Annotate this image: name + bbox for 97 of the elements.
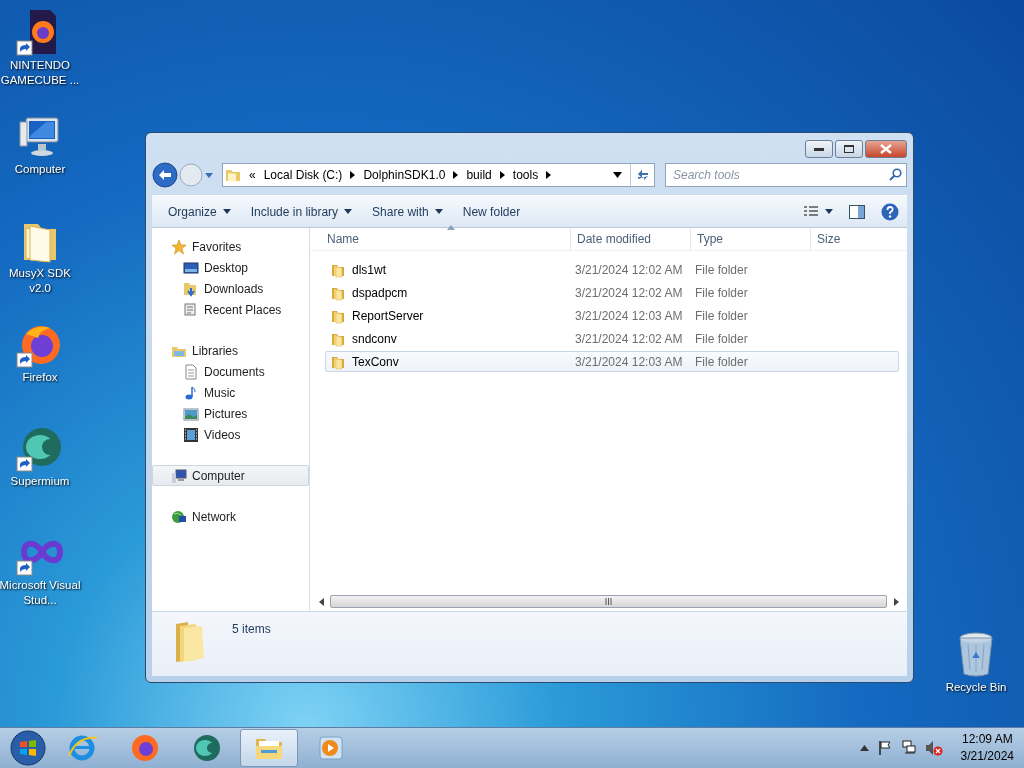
date-modified: 3/21/2024 12:02 AM — [575, 285, 683, 300]
maximize-button[interactable] — [835, 140, 863, 158]
file-type: File folder — [695, 285, 748, 300]
file-row[interactable]: TexConv 3/21/2024 12:03 AM File folder — [325, 351, 899, 372]
file-name: dls1wt — [352, 262, 386, 277]
pane-icon — [849, 204, 865, 219]
overflow-chevron[interactable]: « — [249, 168, 256, 182]
file-name: ReportServer — [352, 308, 424, 323]
clock-date: 3/21/2024 — [960, 748, 1014, 765]
help-icon — [881, 202, 899, 221]
chevron-right-icon[interactable] — [546, 171, 552, 179]
date-modified: 3/21/2024 12:03 AM — [575, 354, 683, 369]
right-arrow-icon — [893, 597, 899, 606]
minimize-icon — [814, 147, 824, 151]
navigation-item[interactable]: Music — [152, 382, 309, 403]
navigation-item-icon — [183, 384, 199, 401]
show-hidden-icons-icon[interactable] — [859, 745, 869, 751]
toolbar-button[interactable]: Share with — [362, 200, 453, 223]
file-type: File folder — [695, 308, 748, 323]
dropdown-icon[interactable] — [613, 172, 622, 178]
navigation-item-icon — [183, 301, 199, 318]
file-row[interactable]: dspadpcm 3/21/2024 12:02 AM File folder — [325, 282, 899, 303]
navigation-item-icon — [183, 259, 199, 276]
file-row[interactable]: sndconv 3/21/2024 12:02 AM File folder — [325, 328, 899, 349]
file-type: File folder — [695, 354, 748, 369]
close-button[interactable] — [865, 140, 907, 158]
speaker-muted-icon[interactable] — [924, 740, 943, 756]
file-row[interactable]: ReportServer 3/21/2024 12:03 AM File folder — [325, 305, 899, 326]
flag-icon[interactable] — [876, 740, 893, 756]
folder-icon — [225, 167, 241, 183]
navigation-item-icon — [171, 467, 187, 484]
sort-ascending-icon — [447, 225, 455, 230]
desktop-icon-label[interactable]: Computer — [0, 162, 82, 177]
navigation-item[interactable]: Pictures — [152, 403, 309, 424]
left-arrow-icon — [318, 597, 324, 606]
breadcrumb-link[interactable]: build — [466, 168, 492, 182]
fox-globe-icon — [129, 732, 161, 764]
recycle-bin-icon[interactable] — [956, 630, 996, 678]
network-icon[interactable] — [900, 740, 917, 756]
clock[interactable]: 12:09 AM 3/21/2024 — [960, 731, 1014, 765]
breadcrumb-link[interactable]: DolphinSDK1.0 — [363, 168, 446, 182]
chevron-right-icon[interactable] — [453, 171, 459, 179]
navigation-item[interactable]: Downloads — [152, 278, 309, 299]
navigation-item-icon — [183, 405, 199, 422]
desktop-icon-label[interactable]: MusyX SDK v2.0 — [0, 266, 82, 296]
date-modified: 3/21/2024 12:02 AM — [575, 262, 683, 277]
desktop-icon-label[interactable]: Supermium — [0, 474, 82, 489]
caret-icon — [434, 209, 443, 214]
navigation-item-icon — [171, 508, 187, 525]
navigation-item[interactable]: Documents — [152, 361, 309, 382]
file-type: File folder — [695, 331, 748, 346]
date-modified: 3/21/2024 12:03 AM — [575, 308, 683, 323]
navigation-item[interactable]: Network — [152, 506, 309, 527]
navigation-item-icon — [183, 280, 199, 297]
file-name: dspadpcm — [352, 285, 408, 300]
navigation-item-icon — [183, 363, 199, 380]
navigation-item[interactable]: Videos — [152, 424, 309, 445]
file-row[interactable]: dls1wt 3/21/2024 12:02 AM File folder — [325, 259, 899, 280]
navigation-item-icon — [171, 238, 187, 255]
close-icon — [880, 144, 892, 154]
search-field[interactable]: Search tools — [665, 163, 907, 187]
navigation-item[interactable]: Favorites — [152, 236, 309, 257]
desktop-icon-label[interactable]: NINTENDO GAMECUBE ... — [0, 58, 82, 88]
browser-icon — [191, 732, 223, 764]
caret-icon — [344, 209, 353, 214]
chevron-right-icon[interactable] — [499, 171, 505, 179]
navigation-item-icon — [183, 426, 199, 443]
navigation-item[interactable]: Libraries — [152, 340, 309, 361]
date-modified: 3/21/2024 12:02 AM — [575, 331, 683, 346]
toolbar-button[interactable]: New folder — [452, 200, 531, 223]
file-name: sndconv — [352, 331, 397, 346]
file-type: File folder — [695, 262, 748, 277]
item-count: 5 items — [232, 621, 271, 636]
navigation-item[interactable]: Computer — [152, 465, 309, 486]
breadcrumb-link[interactable]: tools — [512, 168, 539, 182]
grip-icon — [605, 598, 612, 605]
refresh-icon — [635, 168, 650, 182]
desktop-icon-label[interactable]: Recycle Bin — [934, 680, 1018, 695]
chevron-right-icon[interactable] — [350, 171, 356, 179]
address-bar[interactable]: « Local Disk (C:) DolphinSDK1.0 build tools — [222, 163, 655, 187]
taskbar-app-button[interactable] — [240, 729, 298, 767]
back-button[interactable] — [152, 162, 178, 188]
navigation-item[interactable]: Desktop — [152, 257, 309, 278]
caret-icon — [825, 209, 833, 214]
list-view-icon — [803, 204, 819, 219]
clock-time: 12:09 AM — [961, 731, 1013, 748]
toolbar-button[interactable]: Include in library — [240, 200, 363, 223]
windows-logo-icon — [10, 730, 46, 766]
caret-icon — [222, 209, 231, 214]
desktop-icon-label[interactable]: Firefox — [0, 370, 82, 385]
navigation-item[interactable]: Recent Places — [152, 299, 309, 320]
toolbar-button[interactable]: Organize — [158, 200, 241, 223]
breadcrumb-link[interactable]: Local Disk (C:) — [263, 168, 343, 182]
file-name: TexConv — [352, 354, 399, 369]
scrollbar-thumb[interactable] — [330, 595, 887, 608]
maximize-icon — [844, 145, 854, 153]
minimize-button[interactable] — [805, 140, 833, 158]
